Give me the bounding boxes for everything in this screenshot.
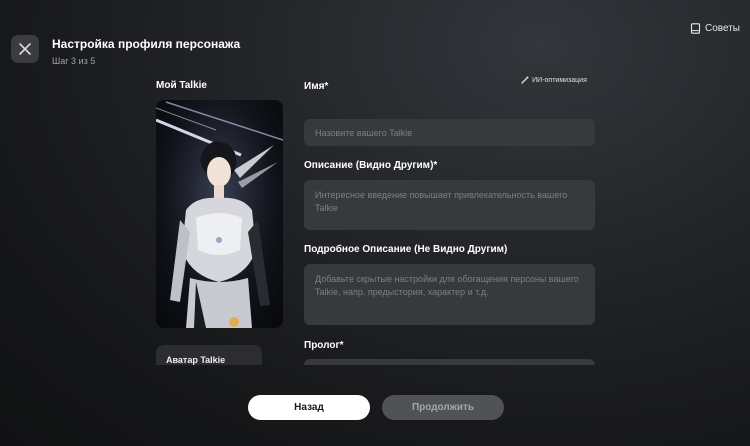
tips-label: Советы xyxy=(705,23,740,34)
name-label: Имя* xyxy=(304,81,329,92)
name-input[interactable] xyxy=(304,119,595,146)
ai-optimize-button[interactable]: ИИ-оптимизация xyxy=(513,70,595,90)
prologue-label: Пролог* xyxy=(304,340,344,351)
detailed-description-textarea[interactable] xyxy=(304,264,595,325)
character-card-image xyxy=(156,100,283,328)
avatar-tab[interactable]: Аватар Talkie xyxy=(156,345,262,365)
avatar-tab-label: Аватар Talkie xyxy=(166,355,226,365)
step-indicator: Шаг 3 из 5 xyxy=(52,56,96,66)
prologue-input[interactable] xyxy=(304,359,595,365)
description-label: Описание (Видно Другим)* xyxy=(304,160,438,171)
magic-wand-icon xyxy=(521,76,529,84)
close-icon xyxy=(19,43,31,55)
ai-optimize-label: ИИ-оптимизация xyxy=(532,76,587,84)
description-textarea[interactable] xyxy=(304,180,595,230)
back-button[interactable]: Назад xyxy=(248,395,370,420)
continue-button[interactable]: Продолжить xyxy=(382,395,504,420)
preview-title: Мой Talkie xyxy=(156,80,207,91)
close-button[interactable] xyxy=(11,35,39,63)
page-title: Настройка профиля персонажа xyxy=(52,37,241,51)
detailed-description-label: Подробное Описание (Не Видно Другим) xyxy=(304,244,508,255)
tips-button[interactable]: Советы xyxy=(690,23,740,34)
book-icon xyxy=(690,23,701,34)
